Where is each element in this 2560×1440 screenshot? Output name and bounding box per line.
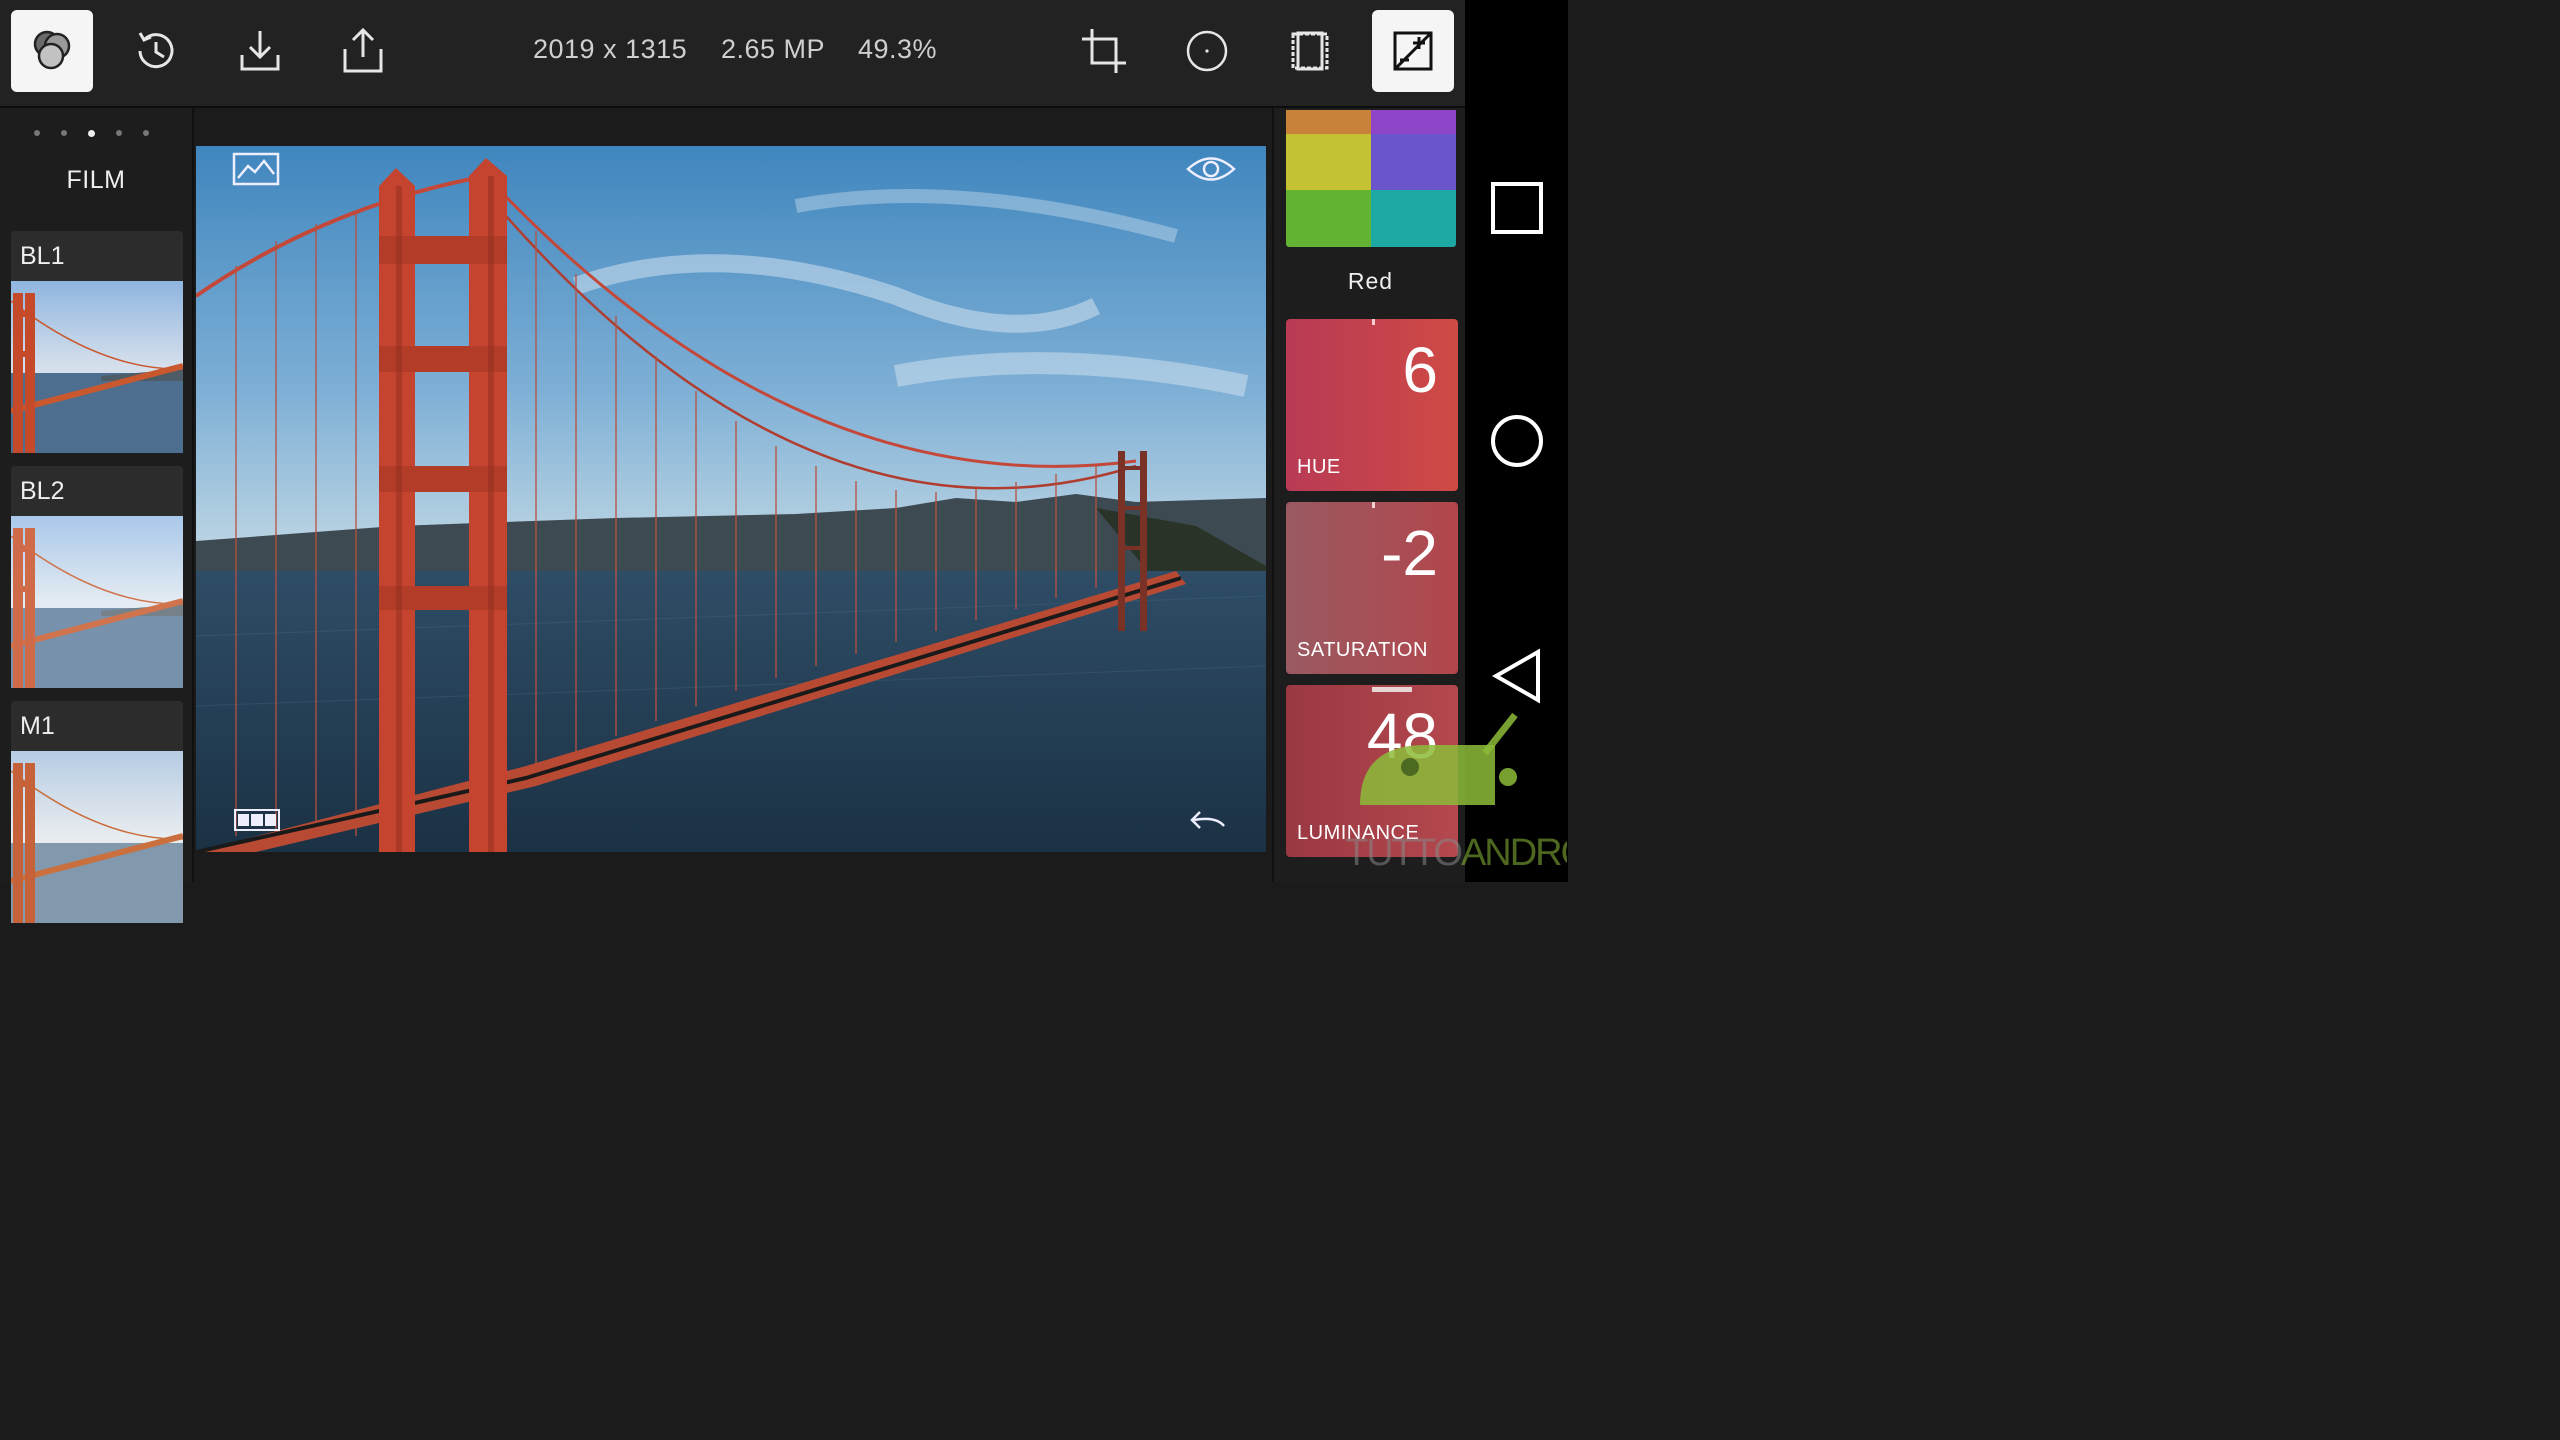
share-icon [343,27,383,73]
preset-bl1[interactable]: BL1 [11,231,183,453]
vignette-button[interactable] [1166,10,1248,92]
page-dot[interactable] [61,130,67,136]
download-icon [240,31,280,71]
image-dimensions: 2019 x 1315 [533,34,688,64]
swatch-green[interactable] [1286,190,1371,247]
frame-button[interactable] [1269,10,1351,92]
vignette-circle-icon [1186,30,1228,72]
luminance-value: 48 [1366,700,1438,772]
filmstrip-toggle-icon[interactable] [234,808,280,832]
android-navigation-bar [1465,0,1568,882]
exposure-button[interactable] [1372,10,1454,92]
category-page-indicator [34,130,149,137]
circle-home-icon [1491,415,1543,467]
preset-thumbnail [11,751,183,923]
swatch-yellow[interactable] [1286,134,1371,190]
page-dot[interactable] [34,130,40,136]
back-button[interactable] [1487,646,1547,706]
swatch-blue[interactable] [1371,134,1456,190]
frame-icon [1291,31,1329,71]
swatch-aqua[interactable] [1371,190,1456,247]
preset-label: M1 [20,712,55,740]
crop-icon [1082,29,1126,73]
page-dot-active[interactable] [88,130,95,137]
edited-photo[interactable] [196,146,1266,852]
filters-mode-button[interactable] [11,10,93,92]
history-icon [138,32,174,69]
preset-thumbnail [11,516,183,688]
crop-button[interactable] [1063,10,1145,92]
save-button[interactable] [219,10,301,92]
image-canvas[interactable] [194,108,1272,882]
hue-slider-tick [1372,319,1375,325]
page-dot[interactable] [143,130,149,136]
top-toolbar: 2019 x 1315 2.65 MP 49.3% [0,0,1465,108]
hue-control[interactable]: 6 HUE [1286,319,1458,491]
preset-thumbnail [11,281,183,453]
saturation-slider-tick [1372,502,1375,508]
histogram-icon[interactable] [232,152,280,186]
filter-category-title[interactable]: FILM [0,166,192,195]
preset-label: BL2 [20,477,65,505]
preset-m1[interactable]: M1 [11,701,183,923]
overlapping-circles-icon [33,30,71,70]
page-dot[interactable] [116,130,122,136]
color-swatch-grid [1286,110,1456,247]
recents-button[interactable] [1487,178,1547,238]
preset-bl2[interactable]: BL2 [11,466,183,688]
filter-presets-panel: FILM BL1 BL2 M1 [0,108,194,923]
exposure-icon [1393,31,1433,71]
preset-label: BL1 [20,242,65,270]
saturation-label: SATURATION [1297,639,1428,661]
luminance-slider-marker [1372,687,1412,692]
image-megapixels: 2.65 MP [721,34,826,64]
saturation-control[interactable]: -2 SATURATION [1286,502,1458,674]
home-button[interactable] [1487,411,1547,471]
saturation-value: -2 [1381,517,1438,589]
triangle-back-icon [1491,648,1540,704]
selected-color-name: Red [1347,268,1394,294]
hue-label: HUE [1297,456,1341,478]
share-button[interactable] [322,10,404,92]
zoom-level: 49.3% [858,34,938,64]
preview-eye-icon[interactable] [1186,154,1236,184]
swatch-orange[interactable] [1286,110,1371,134]
luminance-label: LUMINANCE [1297,822,1420,844]
luminance-control[interactable]: 48 LUMINANCE [1286,685,1458,857]
square-recents-icon [1491,182,1543,234]
history-button[interactable] [115,10,197,92]
photo-golden-gate-bridge [196,146,1266,852]
hsl-adjust-panel: Red 6 HUE -2 SATURATION 48 LUMINANCE [1272,108,1467,882]
hue-value: 6 [1402,334,1438,406]
swatch-purple[interactable] [1371,110,1456,134]
undo-arrow-icon[interactable] [1186,806,1228,834]
